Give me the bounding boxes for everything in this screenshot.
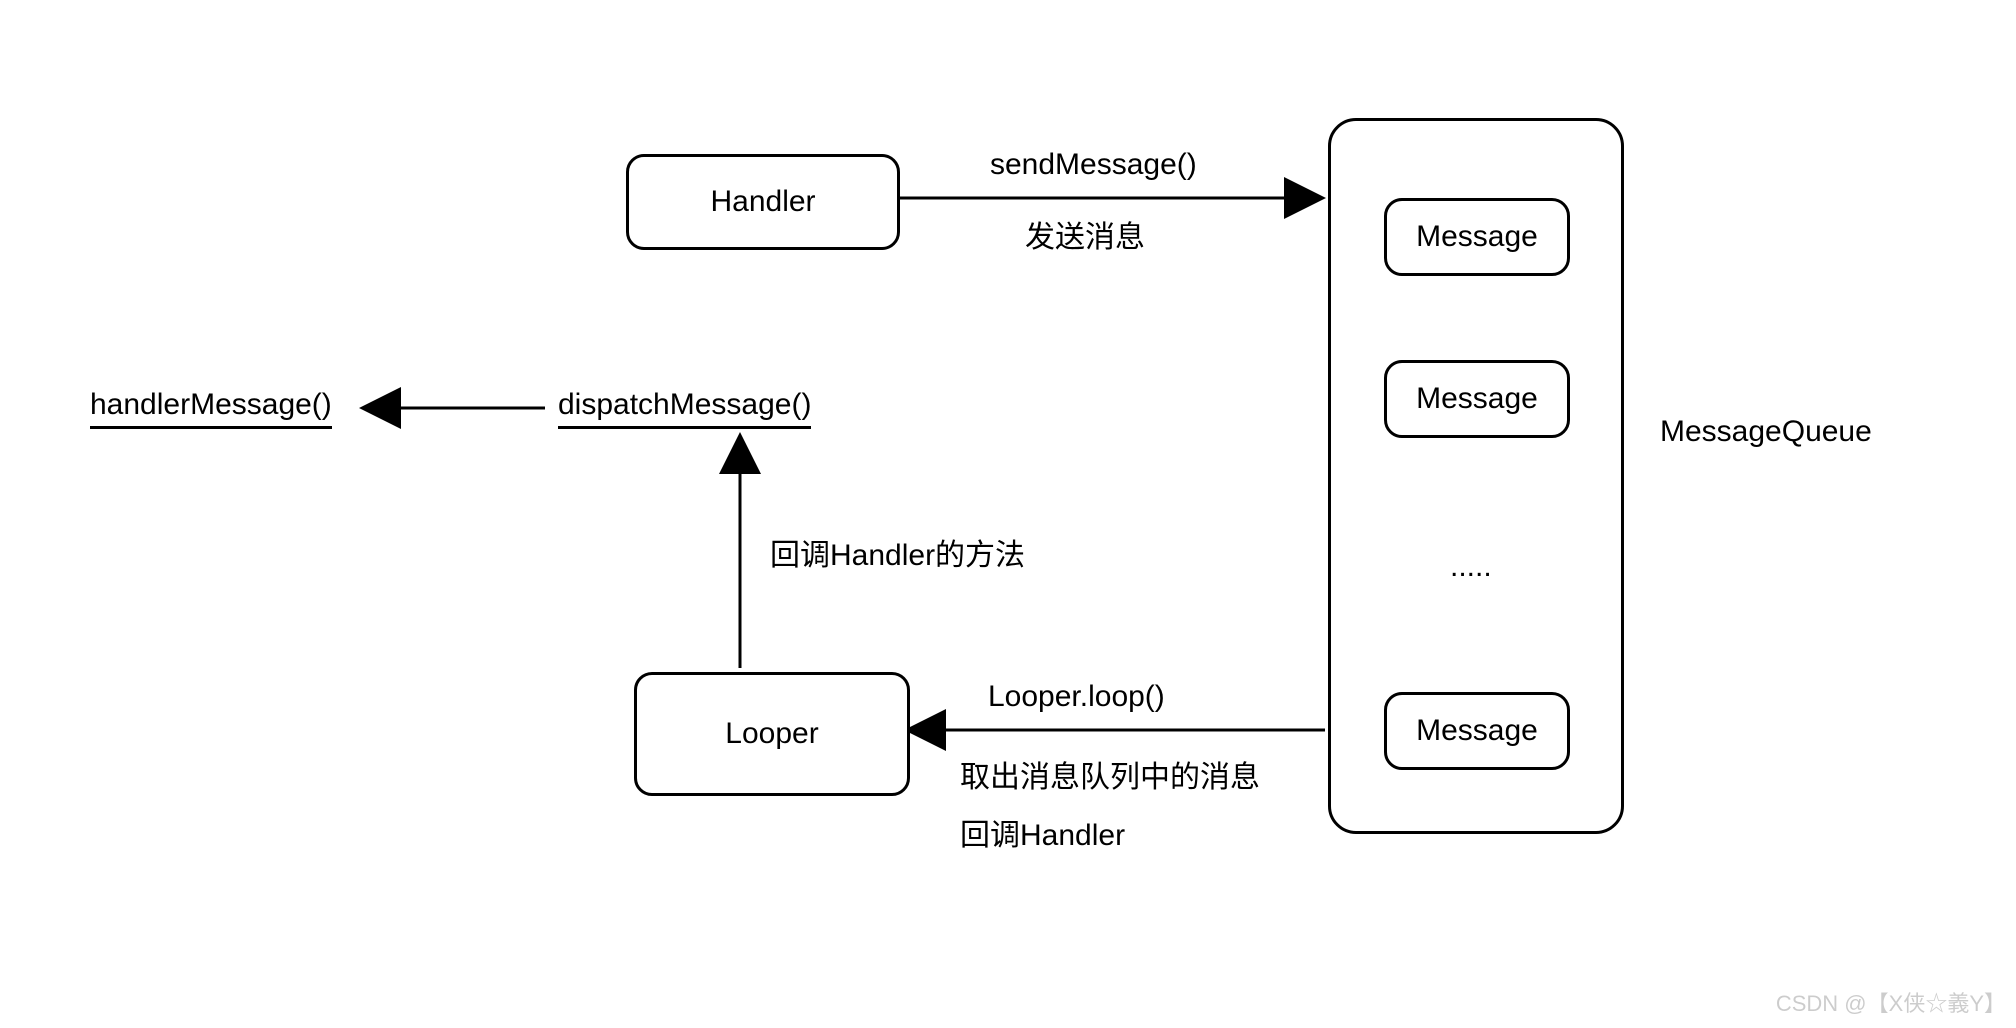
handler-label: Handler bbox=[710, 185, 815, 219]
looper-box: Looper bbox=[634, 672, 910, 796]
looper-label: Looper bbox=[725, 717, 818, 751]
message-queue-label: MessageQueue bbox=[1660, 415, 1872, 449]
ellipsis-label: ..... bbox=[1450, 550, 1492, 584]
callback-handler-method-label: 回调Handler的方法 bbox=[770, 530, 1025, 574]
send-message-cn-label: 发送消息 bbox=[1025, 212, 1145, 256]
looper-loop-label: Looper.loop() bbox=[988, 680, 1165, 714]
message-box-1: Message bbox=[1384, 198, 1570, 276]
message-label-2: Message bbox=[1416, 382, 1538, 416]
message-box-2: Message bbox=[1384, 360, 1570, 438]
dequeue-cn-label: 取出消息队列中的消息 bbox=[960, 752, 1260, 796]
message-label-3: Message bbox=[1416, 714, 1538, 748]
dispatch-message-text: dispatchMessage() bbox=[558, 388, 811, 429]
message-label-1: Message bbox=[1416, 220, 1538, 254]
send-message-label: sendMessage() bbox=[990, 148, 1197, 182]
watermark-text: CSDN @【X侠☆義Y】 bbox=[1776, 986, 2006, 1018]
handler-box: Handler bbox=[626, 154, 900, 250]
message-box-3: Message bbox=[1384, 692, 1570, 770]
diagram-canvas: Handler sendMessage() 发送消息 MessageQueue … bbox=[0, 0, 2016, 1028]
callback-handler-label: 回调Handler bbox=[960, 810, 1125, 854]
handler-message-text: handlerMessage() bbox=[90, 388, 332, 429]
